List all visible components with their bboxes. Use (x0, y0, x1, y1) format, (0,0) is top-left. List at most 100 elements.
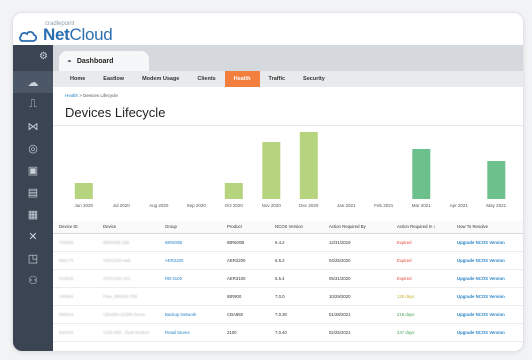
table-row[interactable]: 980175 AER2200-wall AER2200 AER2200 6.5.2 04/… (53, 251, 523, 270)
cell-how-to-resolve[interactable]: Upgrade NCOS Version (451, 251, 523, 270)
cell-group[interactable]: IBR600B (159, 233, 221, 252)
col-device[interactable]: Device (97, 221, 159, 234)
sidebar-item-tools[interactable]: ✕ (13, 225, 53, 247)
cell-ncos-version: 7.0.0 (269, 287, 323, 306)
cell-product: AER2200 (221, 251, 269, 270)
sidebar-item-globe[interactable]: ◎ (13, 137, 53, 159)
dashboard-icon: ◓ (67, 56, 72, 66)
col-action-required-in[interactable]: Action Required In ↕ (391, 221, 451, 234)
cloud-logo-icon (19, 30, 37, 42)
col-device-id[interactable]: Device ID (53, 221, 97, 234)
cell-device-id: 985043 (53, 305, 97, 324)
cell-action-required-in: Expired (391, 233, 451, 252)
table-row[interactable]: 940265 2100-998 - Dual Modem Retail Stores… (53, 323, 523, 342)
calendar-icon: ▦ (27, 208, 39, 221)
sidebar-item-calendar[interactable]: ▦ (13, 203, 53, 225)
cell-product: CBA850 (221, 305, 269, 324)
x-tick-label: Jan 2021 (337, 203, 356, 208)
bar-may-2021[interactable] (487, 161, 506, 199)
cell-group[interactable]: AER2200 (159, 251, 221, 270)
col-ncos-version[interactable]: NCOS Version (269, 221, 323, 234)
cell-ncos-version: 6.5.4 (269, 269, 323, 288)
sidebar: ☁ ⎍ ⋈ ◎ ▣ ▤ ▦ ✕ ◳ ⚇ (13, 45, 53, 351)
app-window: cradlepoint NetCloud ☁ ⎍ ⋈ ◎ ▣ ▤ ▦ ✕ ◳ ⚇… (12, 12, 524, 352)
cell-action-required-by: 02/25/2021 (323, 323, 391, 342)
cell-group[interactable]: Retail Stores (159, 323, 221, 342)
cell-device-id: 923826 (53, 269, 97, 288)
x-tick-label: Apr 2021 (450, 203, 469, 208)
table-row[interactable]: 190894 Prav_IBR900-759 IBR900 7.0.0 10/29/20… (53, 287, 523, 306)
tools-icon: ✕ (28, 230, 38, 243)
bar-nov-2020[interactable] (262, 142, 281, 199)
bar-oct-2020[interactable] (224, 183, 243, 199)
cell-action-required-by: 12/31/2019 (323, 233, 391, 252)
dashboard-nav: Home Eastlow Modem Usage Clients Health … (53, 71, 523, 87)
nav-clients[interactable]: Clients (188, 71, 224, 87)
sidebar-item-document[interactable]: ▤ (13, 181, 53, 203)
cell-device: 2100-998 - Dual Modem (97, 323, 159, 342)
reports-icon: ▣ (27, 164, 39, 177)
table-row[interactable]: 765656 IBR600B-15B IBR600B IBR600B 6.4.2 12/3… (53, 233, 523, 252)
cell-how-to-resolve[interactable]: Upgrade NCOS Version (451, 269, 523, 288)
table-header-row: Device ID Device Group Product NCOS Vers… (53, 221, 523, 234)
cell-device-id: 190894 (53, 287, 97, 306)
x-tick-label: Aug 2020 (149, 203, 169, 208)
cell-how-to-resolve[interactable]: Upgrade NCOS Version (451, 233, 523, 252)
cell-ncos-version: 7.0.30 (269, 305, 323, 324)
lifecycle-chart: Jun 2020 Jul 2020 Aug 2020 Sep 2020 Oct 2020… (74, 132, 507, 208)
cloud-icon: ☁ (27, 76, 39, 89)
cell-ncos-version: 6.5.2 (269, 251, 323, 270)
cell-device: CBA850-10388 Demo (97, 305, 159, 324)
cell-device-id: 980175 (53, 251, 97, 270)
nav-home[interactable]: Home (61, 71, 94, 87)
cell-product: IBR600B (221, 233, 269, 252)
cell-how-to-resolve[interactable]: Upgrade NCOS Version (451, 287, 523, 306)
brand-name: NetCloud (43, 25, 113, 44)
nav-eastlow[interactable]: Eastlow (94, 71, 133, 87)
cell-product: AER3100 (221, 269, 269, 288)
tab-bar: ⚙ ◓ Dashboard (39, 45, 523, 71)
sidebar-item-network[interactable]: ⋈ (13, 115, 53, 137)
users-icon: ⚇ (28, 274, 38, 287)
table-row[interactable]: 923826 AER3100-103 RB-3100 AER3100 6.5.4 05/3… (53, 269, 523, 288)
x-tick-label: Dec 2020 (299, 203, 319, 208)
sidebar-item-cloud[interactable]: ☁ (13, 71, 53, 93)
cell-action-required-by: 01/28/2021 (323, 305, 391, 324)
col-how-to-resolve[interactable]: How To Resolve (451, 221, 523, 234)
cell-how-to-resolve[interactable]: Upgrade NCOS Version (451, 305, 523, 324)
sidebar-item-reports[interactable]: ▣ (13, 159, 53, 181)
cell-action-required-by: 04/25/2020 (323, 251, 391, 270)
cell-action-required-by: 05/31/2020 (323, 269, 391, 288)
sidebar-item-apps[interactable]: ◳ (13, 247, 53, 269)
x-tick-label: Jul 2020 (113, 203, 131, 208)
cell-device: Prav_IBR900-759 (97, 287, 159, 306)
cell-device-id: 940265 (53, 323, 97, 342)
gear-icon[interactable]: ⚙ (39, 51, 48, 62)
sidebar-item-routers[interactable]: ⎍ (13, 93, 53, 115)
col-product[interactable]: Product (221, 221, 269, 234)
nav-health[interactable]: Health (224, 71, 260, 87)
x-tick-label: Nov 2020 (262, 203, 282, 208)
cell-group[interactable]: Backup Network (159, 305, 221, 324)
devices-table: Device ID Device Group Product NCOS Vers… (53, 221, 523, 342)
main-content: Health > Devices Lifecycle Devices Lifec… (53, 87, 523, 351)
bar-jun-2020[interactable] (74, 183, 93, 199)
x-tick-label: May 2021 (486, 203, 506, 208)
cell-action-required-in: 128 days (391, 287, 451, 306)
cell-device: AER2200-wall (97, 251, 159, 270)
cell-how-to-resolve[interactable]: Upgrade NCOS Version (451, 323, 523, 342)
routers-icon: ⎍ (29, 97, 37, 110)
table-row[interactable]: 985043 CBA850-10388 Demo Backup Network CBA… (53, 305, 523, 324)
col-group[interactable]: Group (159, 221, 221, 234)
tab-dashboard[interactable]: ◓ Dashboard (59, 51, 149, 71)
tab-dashboard-label: Dashboard (76, 57, 114, 65)
col-action-required-by[interactable]: Action Required By (323, 221, 391, 234)
nav-security[interactable]: Security (294, 71, 334, 87)
sidebar-item-users[interactable]: ⚇ (13, 269, 53, 291)
nav-modem-usage[interactable]: Modem Usage (133, 71, 188, 87)
nav-traffic[interactable]: Traffic (260, 71, 295, 87)
x-tick-label: Sep 2020 (187, 203, 207, 208)
cell-group[interactable]: RB-3100 (159, 269, 221, 288)
bar-dec-2020[interactable] (299, 132, 318, 199)
bar-mar-2021[interactable] (412, 149, 431, 199)
